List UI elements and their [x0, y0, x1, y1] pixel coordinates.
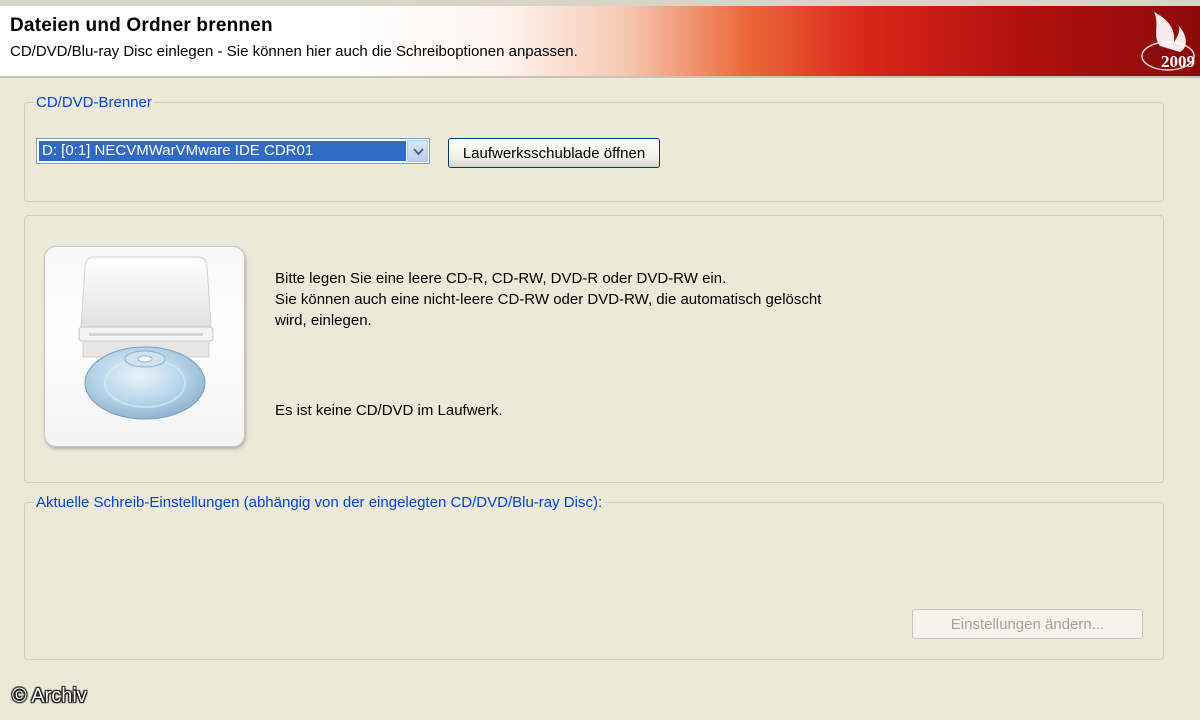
write-settings-legend: Aktuelle Schreib-Einstellungen (abhängig…: [36, 494, 603, 511]
instruction-line: Sie können auch eine nicht-leere CD-RW o…: [275, 291, 822, 308]
burner-group-legend: CD/DVD-Brenner: [36, 94, 152, 111]
drive-image: [44, 246, 245, 447]
insert-disc-instructions: Bitte legen Sie eine leere CD-R, CD-RW, …: [275, 268, 821, 331]
instruction-line: wird, einlegen.: [275, 312, 372, 329]
chevron-down-icon: [413, 148, 424, 156]
page-subtitle: CD/DVD/Blu-ray Disc einlegen - Sie könne…: [10, 43, 578, 60]
nero-logo: 2009: [1130, 6, 1200, 76]
drive-select-value: D: [0:1] NECVMWarVMware IDE CDR01: [39, 141, 406, 161]
copyright-watermark: © Archiv: [12, 685, 87, 707]
dropdown-arrow-button[interactable]: [407, 140, 428, 162]
logo-year: 2009: [1161, 52, 1195, 71]
wizard-header: Dateien und Ordner brennen CD/DVD/Blu-ra…: [0, 6, 1200, 76]
change-settings-button[interactable]: Einstellungen ändern...: [912, 609, 1143, 639]
cd-drive-icon: [78, 256, 214, 420]
page-title: Dateien und Ordner brennen: [10, 15, 273, 36]
eject-tray-button[interactable]: Laufwerksschublade öffnen: [448, 138, 660, 168]
disc-status-text: Es ist keine CD/DVD im Laufwerk.: [275, 402, 503, 419]
header-divider: [0, 76, 1200, 78]
instruction-line: Bitte legen Sie eine leere CD-R, CD-RW, …: [275, 270, 727, 287]
drive-select[interactable]: D: [0:1] NECVMWarVMware IDE CDR01: [36, 138, 430, 164]
